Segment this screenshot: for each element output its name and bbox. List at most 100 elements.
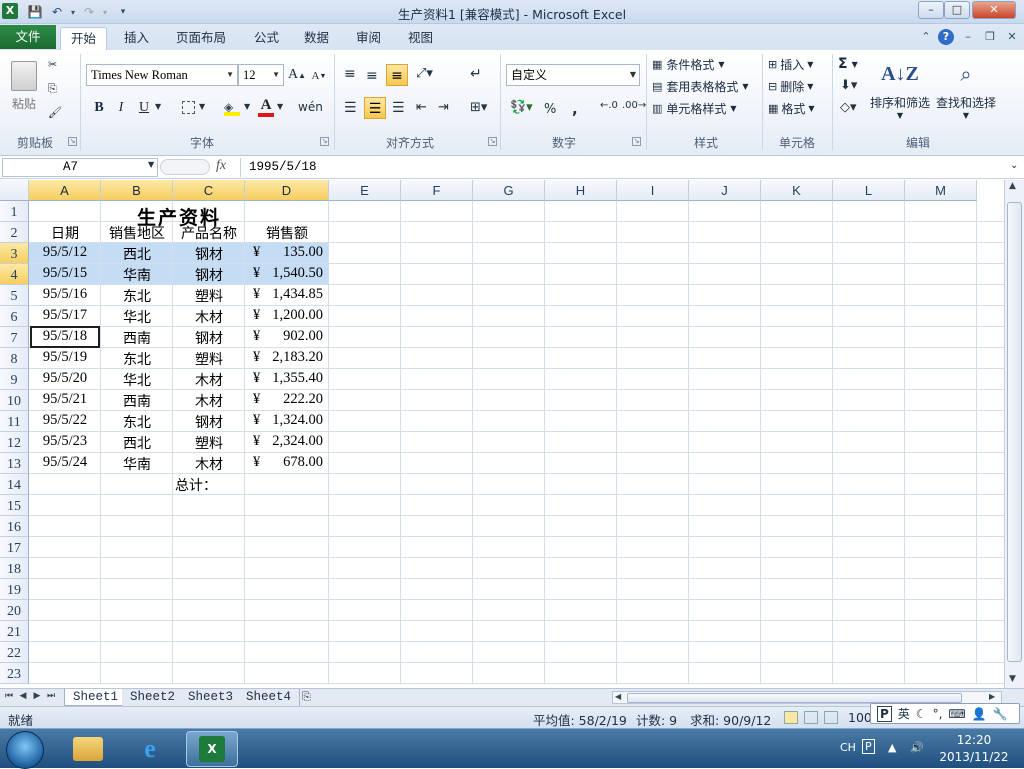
show-hidden-icons-icon[interactable]: ▲ — [888, 741, 896, 754]
row-header-22[interactable]: 22 — [0, 642, 29, 663]
amount-cell[interactable]: 1,540.50 — [245, 265, 323, 282]
scroll-down-icon[interactable]: ▼ — [1009, 674, 1016, 684]
row-header-15[interactable]: 15 — [0, 495, 29, 516]
ime-halfwidth-icon[interactable]: ☾ — [916, 707, 927, 721]
product-cell[interactable]: 木材 — [173, 370, 245, 390]
date-cell[interactable]: 95/5/23 — [29, 433, 101, 450]
sheet-tab-2[interactable]: Sheet2 — [122, 689, 185, 706]
row-header-20[interactable]: 20 — [0, 600, 29, 621]
region-cell[interactable]: 西北 — [101, 433, 173, 453]
column-header-c[interactable]: C — [173, 180, 245, 201]
column-header-i[interactable]: I — [617, 180, 689, 201]
date-cell[interactable]: 95/5/24 — [29, 454, 101, 471]
align-bottom-icon[interactable]: ≡ — [386, 64, 408, 86]
font-name-select[interactable]: Times New Roman ▼ — [86, 64, 238, 86]
cell-styles-button[interactable]: ▥ 单元格样式 ▼ — [652, 98, 737, 118]
last-sheet-icon[interactable]: ⏭ — [46, 691, 56, 701]
horizontal-scroll-thumb[interactable] — [627, 693, 962, 703]
number-launcher-icon[interactable]: ↘ — [632, 137, 641, 146]
date-cell[interactable]: 95/5/17 — [29, 307, 101, 324]
row-header-13[interactable]: 13 — [0, 453, 29, 474]
date-cell[interactable]: 95/5/19 — [29, 349, 101, 366]
column-header-b[interactable]: B — [101, 180, 173, 201]
amount-cell[interactable]: 1,200.00 — [245, 307, 323, 324]
row-header-21[interactable]: 21 — [0, 621, 29, 642]
format-cells-button[interactable]: ▦ 格式 ▼ — [768, 98, 815, 118]
align-right-icon[interactable]: ☰ — [392, 100, 405, 116]
shrink-font-button[interactable]: A ▼ — [310, 67, 328, 85]
zoom-level[interactable]: 100 — [848, 710, 872, 725]
borders-icon[interactable] — [182, 101, 195, 114]
align-left-icon[interactable]: ☰ — [344, 100, 357, 116]
ime-settings-icon[interactable]: 🔧 — [993, 707, 1008, 721]
fill-color-dropdown-icon[interactable]: ▼ — [244, 102, 250, 111]
font-color-icon[interactable]: A — [258, 98, 274, 117]
select-all-corner[interactable] — [0, 180, 29, 201]
explorer-taskbar-icon[interactable] — [62, 731, 114, 767]
scroll-left-icon[interactable]: ◀ — [615, 692, 621, 701]
tab-view[interactable]: 视图 — [398, 27, 443, 50]
row-header-10[interactable]: 10 — [0, 390, 29, 411]
date-cell[interactable]: 95/5/16 — [29, 286, 101, 303]
tab-page-layout[interactable]: 页面布局 — [166, 27, 236, 50]
align-center-icon[interactable]: ☰ — [364, 97, 386, 119]
row-header-6[interactable]: 6 — [0, 306, 29, 327]
ime-logo-icon[interactable]: P — [877, 705, 892, 722]
scroll-up-icon[interactable]: ▲ — [1009, 181, 1016, 191]
date-cell[interactable]: 95/5/15 — [29, 265, 101, 282]
ime-keyboard-icon[interactable]: ⌨ — [948, 707, 965, 721]
ime-punctuation-icon[interactable]: °, — [933, 707, 943, 721]
align-top-icon[interactable]: ≡ — [344, 66, 356, 82]
volume-icon[interactable]: 🔊 — [910, 741, 924, 754]
column-header-f[interactable]: F — [401, 180, 473, 201]
tab-data[interactable]: 数据 — [294, 27, 339, 50]
percent-style-button[interactable]: % — [544, 102, 556, 117]
product-cell[interactable]: 木材 — [173, 454, 245, 474]
excel-taskbar-icon[interactable]: X — [186, 731, 238, 767]
next-sheet-icon[interactable]: ▶ — [32, 691, 42, 701]
product-cell[interactable]: 塑料 — [173, 433, 245, 453]
collapse-ribbon-icon[interactable]: ⌃ — [918, 29, 934, 45]
column-header-d[interactable]: D — [245, 180, 329, 201]
column-header-g[interactable]: G — [473, 180, 545, 201]
column-header-a[interactable]: A — [29, 180, 101, 201]
accounting-format-icon[interactable]: 💱▾ — [510, 100, 533, 115]
formula-input[interactable]: 1995/5/18 — [240, 158, 1008, 177]
amount-cell[interactable]: 222.20 — [245, 391, 323, 408]
insert-function-icon[interactable]: fx — [216, 158, 226, 174]
normal-view-icon[interactable] — [784, 711, 798, 724]
row-header-7[interactable]: 7 — [0, 327, 29, 348]
row-header-17[interactable]: 17 — [0, 537, 29, 558]
language-indicator[interactable]: CH — [840, 741, 856, 754]
copy-icon[interactable]: ⎘ — [48, 82, 57, 96]
date-cell[interactable]: 95/5/20 — [29, 370, 101, 387]
tab-formulas[interactable]: 公式 — [244, 27, 289, 50]
fill-icon[interactable]: ⬇▾ — [840, 78, 857, 93]
product-cell[interactable]: 木材 — [173, 391, 245, 411]
increase-decimal-icon[interactable]: ←.0 — [600, 100, 618, 111]
column-header-h[interactable]: H — [545, 180, 617, 201]
region-cell[interactable]: 华南 — [101, 265, 173, 285]
page-break-view-icon[interactable] — [824, 711, 838, 724]
paste-button[interactable]: 粘贴 — [6, 54, 42, 118]
name-box[interactable]: A7 — [2, 158, 158, 177]
sort-filter-button[interactable]: A↓Z 排序和筛选 ▼ — [868, 54, 932, 128]
column-header-j[interactable]: J — [689, 180, 761, 201]
alignment-launcher-icon[interactable]: ↘ — [488, 137, 497, 146]
scroll-right-icon[interactable]: ▶ — [989, 692, 995, 701]
underline-button[interactable]: U — [134, 98, 154, 118]
amount-cell[interactable]: 2,183.20 — [245, 349, 323, 366]
format-painter-icon[interactable]: 🖌 — [48, 106, 62, 119]
first-sheet-icon[interactable]: ⏮ — [4, 691, 14, 701]
insert-sheet-icon[interactable]: ⎘ — [302, 690, 311, 704]
tab-insert[interactable]: 插入 — [114, 27, 159, 50]
formula-resize-handle[interactable] — [160, 159, 210, 175]
row-header-16[interactable]: 16 — [0, 516, 29, 537]
insert-cells-button[interactable]: ⊞ 插入 ▼ — [768, 54, 813, 74]
date-cell[interactable]: 95/5/22 — [29, 412, 101, 429]
sheet-tab-1[interactable]: Sheet1 — [64, 689, 128, 706]
internet-explorer-taskbar-icon[interactable]: e — [124, 731, 176, 767]
amount-cell[interactable]: 902.00 — [245, 328, 323, 345]
amount-cell[interactable]: 135.00 — [245, 244, 323, 261]
column-header-m[interactable]: M — [905, 180, 977, 201]
